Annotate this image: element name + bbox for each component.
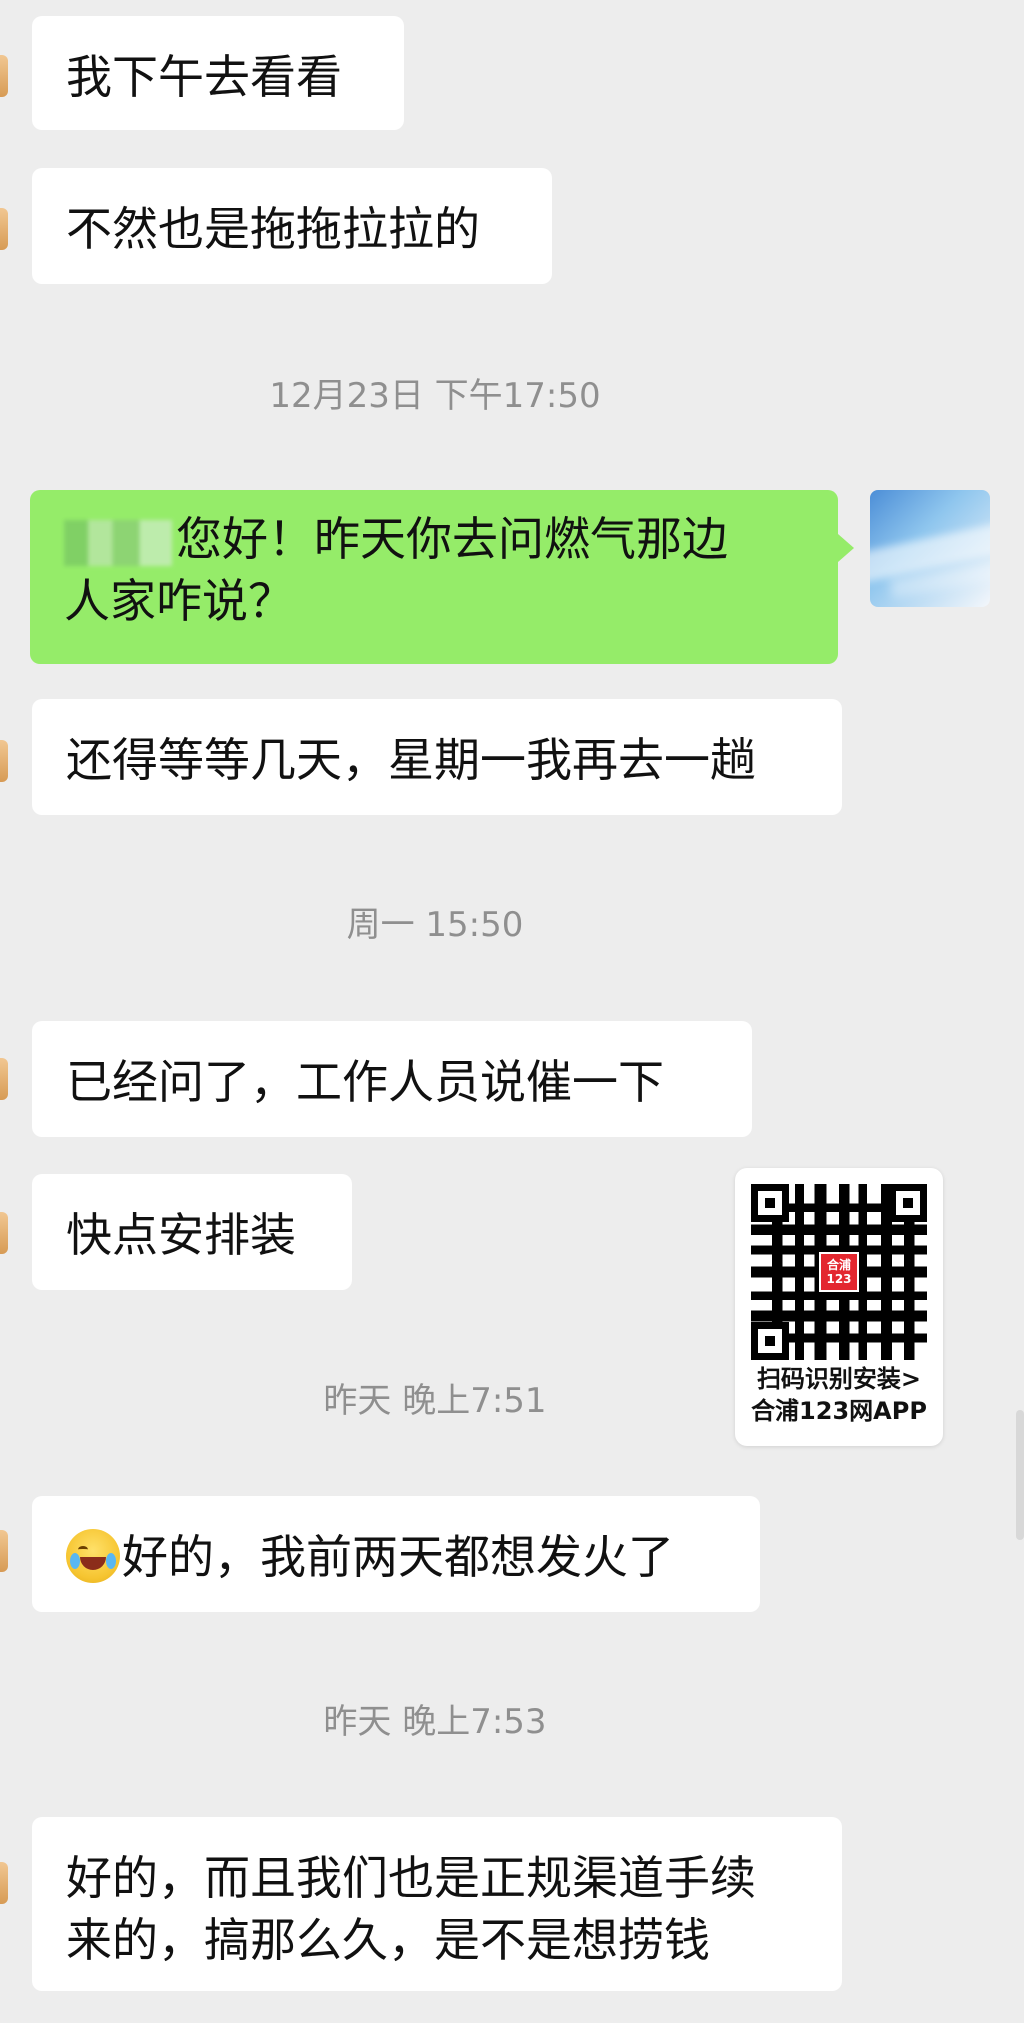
incoming-avatar-edge [0,1058,8,1100]
qr-logo: 合浦123 [819,1252,859,1292]
timestamp: 昨天 晚上7:51 [323,1381,547,1421]
message-bubble[interactable]: 还得等等几天，星期一我再去一趟 [32,699,842,815]
user-avatar[interactable] [870,490,990,607]
message-bubble[interactable]: 好的，而且我们也是正规渠道手续 来的，搞那么久，是不是想捞钱 [32,1817,842,1991]
qr-finder [751,1322,789,1360]
message-text: 快点安排装 [66,1208,296,1262]
incoming-avatar-edge [0,1212,8,1254]
incoming-avatar-edge [0,1862,8,1904]
outgoing-message-bubble[interactable]: 您好！昨天你去问燃气那边 人家咋说？ [30,490,854,664]
message-bubble[interactable]: 我下午去看看 [32,16,404,130]
qr-finder [751,1184,789,1222]
incoming-avatar-edge [0,55,8,97]
timestamp: 昨天 晚上7:53 [323,1702,547,1742]
message-line: 人家咋说？ [64,574,294,628]
message-line: 来的，搞那么久，是不是想捞钱 [66,1913,710,1967]
incoming-avatar-edge [0,740,8,782]
message-text: 已经问了，工作人员说催一下 [66,1055,664,1109]
message-bubble[interactable]: 不然也是拖拖拉拉的 [32,168,552,284]
chat-screen: 我下午去看看 不然也是拖拖拉拉的 12月23日 下午17:50 您好！昨天你去问… [0,0,1024,2023]
qr-finder [889,1184,927,1222]
message-bubble[interactable]: 已经问了，工作人员说催一下 [32,1021,752,1137]
blurred-name [64,519,172,566]
scrollbar[interactable] [1016,1410,1024,1540]
tears-of-joy-emoji [66,1529,120,1583]
message-text: 还得等等几天，星期一我再去一趟 [66,733,756,787]
message-line: 您好！昨天你去问燃气那边 [64,508,804,570]
incoming-avatar-edge [0,1530,8,1572]
message-line: 好的，而且我们也是正规渠道手续 [66,1851,756,1905]
message-text: 我下午去看看 [66,50,342,104]
message-bubble[interactable]: 快点安排装 [32,1174,352,1290]
message-text: 好的，我前两天都想发火了 [122,1530,674,1584]
message-bubble[interactable]: 好的，我前两天都想发火了 [32,1496,760,1612]
qr-code-icon[interactable]: 合浦123 [751,1184,927,1360]
timestamp: 12月23日 下午17:50 [269,376,601,416]
incoming-avatar-edge [0,208,8,250]
timestamp: 周一 15:50 [346,905,524,945]
message-text: 您好！昨天你去问燃气那边 [176,512,728,566]
message-text: 不然也是拖拖拉拉的 [66,202,480,256]
